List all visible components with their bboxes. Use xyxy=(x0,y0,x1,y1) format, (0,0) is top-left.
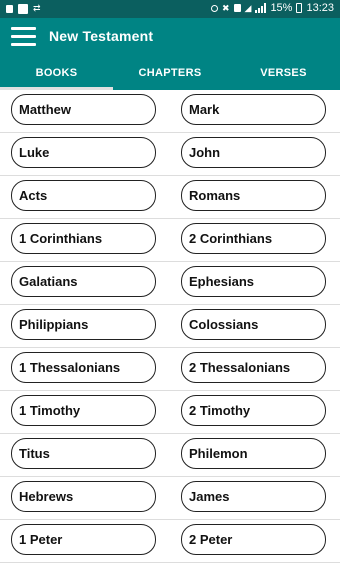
signal-strength-icon: ⇄ xyxy=(33,3,41,13)
wifi-icon: ◢ xyxy=(244,2,252,13)
app-bar: New Testament xyxy=(0,18,340,55)
nfc-icon xyxy=(233,4,241,12)
book-row: Luke John xyxy=(0,133,340,176)
book-button[interactable]: Luke xyxy=(11,137,156,168)
tab-bar: BOOKS CHAPTERS VERSES xyxy=(0,55,340,90)
book-button[interactable]: Hebrews xyxy=(11,481,156,512)
clock: 13:23 xyxy=(306,2,334,14)
alarm-icon xyxy=(210,4,218,12)
tab-books[interactable]: BOOKS xyxy=(0,55,113,90)
book-row: Galatians Ephesians xyxy=(0,262,340,305)
tab-chapters-label: CHAPTERS xyxy=(138,66,202,79)
system-icons: ✖ ◢ 15% 13:23 xyxy=(210,2,334,14)
image-notification-icon xyxy=(6,4,13,13)
hamburger-menu-icon[interactable] xyxy=(11,27,36,46)
book-button[interactable]: Philippians xyxy=(11,309,156,340)
cell-signal-icon xyxy=(255,3,267,13)
book-button[interactable]: Ephesians xyxy=(181,266,326,297)
book-button[interactable]: Matthew xyxy=(11,94,156,125)
book-button[interactable]: Acts xyxy=(11,180,156,211)
battery-icon xyxy=(296,3,303,13)
book-row: 1 Timothy 2 Timothy xyxy=(0,391,340,434)
mute-icon: ✖ xyxy=(221,2,230,13)
book-button[interactable]: 1 Corinthians xyxy=(11,223,156,254)
tab-verses[interactable]: VERSES xyxy=(227,55,340,90)
battery-percent: 15% xyxy=(270,2,293,14)
book-button[interactable]: Colossians xyxy=(181,309,326,340)
book-row: 1 Corinthians 2 Corinthians xyxy=(0,219,340,262)
book-row: Acts Romans xyxy=(0,176,340,219)
book-button[interactable]: Philemon xyxy=(181,438,326,469)
book-button[interactable]: 1 Timothy xyxy=(11,395,156,426)
book-button[interactable]: James xyxy=(181,481,326,512)
tab-verses-label: VERSES xyxy=(260,66,307,79)
book-button[interactable]: 2 Corinthians xyxy=(181,223,326,254)
book-button[interactable]: 2 Timothy xyxy=(181,395,326,426)
book-row: Philippians Colossians xyxy=(0,305,340,348)
book-row: Hebrews James xyxy=(0,477,340,520)
book-button[interactable]: 2 Thessalonians xyxy=(181,352,326,383)
book-row: Matthew Mark xyxy=(0,90,340,133)
book-button[interactable]: 1 Peter xyxy=(11,524,156,555)
book-button[interactable]: Titus xyxy=(11,438,156,469)
book-row: 1 Thessalonians 2 Thessalonians xyxy=(0,348,340,391)
page-title: New Testament xyxy=(49,28,154,44)
row-divider xyxy=(0,562,340,563)
book-button[interactable]: Mark xyxy=(181,94,326,125)
book-row: Titus Philemon xyxy=(0,434,340,477)
book-button[interactable]: Romans xyxy=(181,180,326,211)
book-button[interactable]: Galatians xyxy=(11,266,156,297)
notification-icons: ⇄ xyxy=(6,3,41,14)
book-button[interactable]: 1 Thessalonians xyxy=(11,352,156,383)
tab-books-label: BOOKS xyxy=(35,66,78,79)
book-button[interactable]: 2 Peter xyxy=(181,524,326,555)
tab-chapters[interactable]: CHAPTERS xyxy=(113,55,227,90)
app-notification-icon xyxy=(18,3,28,14)
status-bar: ⇄ ✖ ◢ 15% 13:23 xyxy=(0,0,340,18)
book-row: 1 Peter 2 Peter xyxy=(0,520,340,563)
book-button[interactable]: John xyxy=(181,137,326,168)
